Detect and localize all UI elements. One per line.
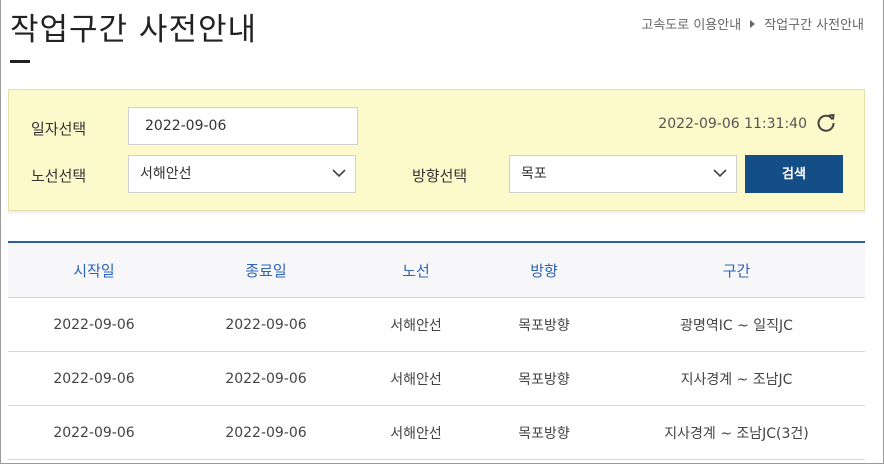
breadcrumb-item-usage-guide[interactable]: 고속도로 이용안내 (641, 14, 741, 33)
chevron-down-icon (332, 169, 346, 178)
cell-section: 광명역IC ~ 일직JC (680, 317, 793, 334)
table-row: 2022-09-06 2022-09-06 서해안선 목포방향 광명역IC ~ … (8, 298, 865, 352)
cell-start-date: 2022-09-06 (53, 370, 135, 387)
route-select-value: 서해안선 (140, 166, 192, 182)
cell-section: 지사경계 ~ 조남JC (680, 371, 793, 388)
cell-route: 서해안선 (390, 317, 442, 334)
cell-end-date: 2022-09-06 (225, 370, 307, 387)
cell-direction: 목포방향 (518, 371, 570, 388)
cell-end-date: 2022-09-06 (225, 316, 307, 333)
search-button[interactable]: 검색 (745, 155, 843, 193)
header-section: 구간 (722, 261, 751, 280)
refresh-icon[interactable] (815, 112, 837, 134)
cell-end-date: 2022-09-06 (225, 424, 307, 441)
direction-label: 방향선택 (412, 167, 468, 185)
route-select[interactable]: 서해안선 (128, 155, 356, 193)
search-panel: 일자선택 2022-09-06 2022-09-06 11:31:40 노선선택… (8, 89, 865, 211)
table-header: 시작일 종료일 노선 방향 구간 (8, 243, 865, 298)
breadcrumb: 고속도로 이용안내 작업구간 사전안내 (641, 14, 864, 33)
table-row: 2022-09-06 2022-09-06 서해안선 목포방향 지사경계 ~ 조… (8, 406, 865, 460)
cell-direction: 목포방향 (518, 425, 570, 442)
date-input[interactable]: 2022-09-06 (128, 107, 358, 145)
table-row: 2022-09-06 2022-09-06 서해안선 목포방향 지사경계 ~ 조… (8, 352, 865, 406)
direction-select-value: 목포 (521, 166, 547, 182)
cell-start-date: 2022-09-06 (53, 424, 135, 441)
header-start-date: 시작일 (73, 261, 115, 280)
last-updated-timestamp: 2022-09-06 11:31:40 (658, 116, 807, 132)
header-route: 노선 (402, 261, 430, 280)
cell-route: 서해안선 (390, 371, 442, 388)
breadcrumb-arrow-icon (750, 19, 756, 28)
breadcrumb-item-current: 작업구간 사전안내 (764, 18, 864, 33)
direction-select[interactable]: 목포 (509, 155, 737, 193)
route-label: 노선선택 (31, 167, 87, 185)
header-end-date: 종료일 (245, 261, 287, 280)
date-label: 일자선택 (31, 120, 87, 138)
page-title: 작업구간 사전안내 (10, 12, 258, 48)
cell-route: 서해안선 (390, 425, 442, 442)
work-zone-table: 시작일 종료일 노선 방향 구간 2022-09-06 2022-09-06 서… (8, 241, 865, 460)
cell-direction: 목포방향 (518, 317, 570, 334)
search-panel-shadow (8, 211, 865, 215)
title-underline (10, 60, 30, 63)
cell-section: 지사경계 ~ 조남JC(3건) (664, 425, 809, 442)
chevron-down-icon (713, 169, 727, 178)
cell-start-date: 2022-09-06 (53, 316, 135, 333)
header-direction: 방향 (530, 261, 558, 280)
